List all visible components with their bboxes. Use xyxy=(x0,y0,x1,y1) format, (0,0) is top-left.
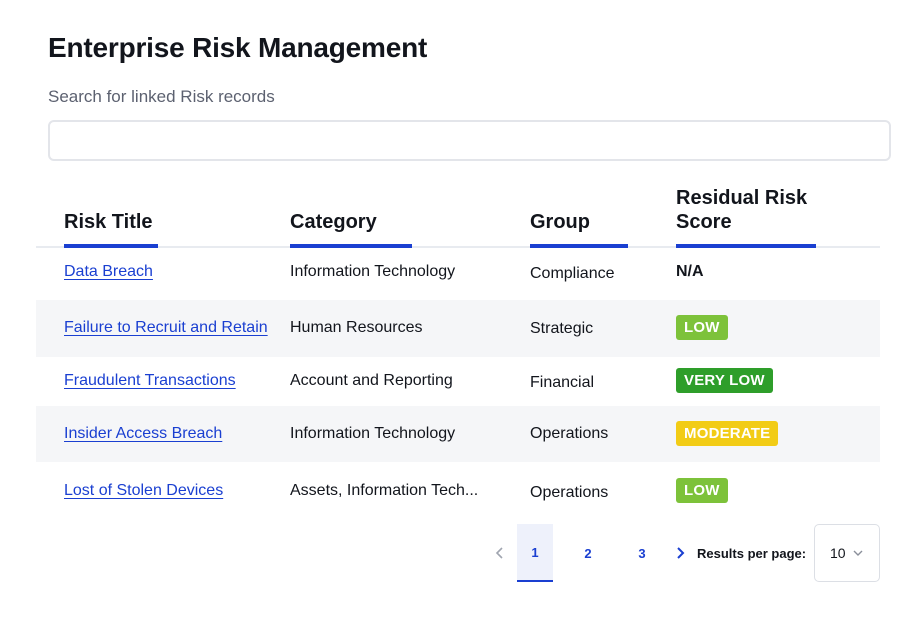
risk-title-link[interactable]: Insider Access Breach xyxy=(64,425,222,443)
results-per-page-select[interactable]: 10 xyxy=(814,524,880,582)
table-row: Data Breach Information Technology Compl… xyxy=(36,248,880,300)
page-button-2[interactable]: 2 xyxy=(570,524,606,582)
column-header-category[interactable]: Category xyxy=(290,210,412,248)
page-button-1[interactable]: 1 xyxy=(517,524,553,582)
score-badge: VERY LOW xyxy=(676,368,773,393)
group-cell: Operations xyxy=(530,484,609,501)
search-input[interactable] xyxy=(48,120,891,161)
chevron-left-icon[interactable] xyxy=(490,524,510,582)
page-title: Enterprise Risk Management xyxy=(48,32,428,63)
category-cell: Account and Reporting xyxy=(290,372,453,389)
results-per-page-value: 10 xyxy=(830,545,846,561)
group-cell: Operations xyxy=(530,425,609,442)
score-badge: MODERATE xyxy=(676,421,779,446)
group-cell: Financial xyxy=(530,374,595,391)
category-cell: Information Technology xyxy=(290,263,456,280)
score-badge: LOW xyxy=(676,315,728,340)
column-header-risk-title[interactable]: Risk Title xyxy=(64,210,158,248)
results-per-page-label: Results per page: xyxy=(697,545,807,561)
column-header-residual-risk-score[interactable]: Residual Risk Score xyxy=(676,186,836,248)
chevron-right-icon[interactable] xyxy=(670,524,690,582)
risk-title-link[interactable]: Failure to Recruit and Retain xyxy=(64,319,268,337)
category-cell: Assets, Information Tech... xyxy=(290,482,479,499)
risk-table: Risk Title Category Group Residual Risk … xyxy=(36,180,880,520)
page-button-3[interactable]: 3 xyxy=(624,524,660,582)
category-cell: Human Resources xyxy=(290,319,423,336)
table-row: Lost of Stolen Devices Assets, Informati… xyxy=(36,462,880,520)
table-row: Fraudulent Transactions Account and Repo… xyxy=(36,357,880,406)
chevron-down-icon xyxy=(853,550,863,556)
search-label: Search for linked Risk records xyxy=(48,87,275,106)
column-header-group[interactable]: Group xyxy=(530,210,628,248)
group-cell: Compliance xyxy=(530,265,615,282)
risk-title-link[interactable]: Lost of Stolen Devices xyxy=(64,482,223,500)
score-cell: N/A xyxy=(676,263,704,280)
group-cell: Strategic xyxy=(530,320,594,337)
table-header: Risk Title Category Group Residual Risk … xyxy=(36,180,880,248)
table-row: Insider Access Breach Information Techno… xyxy=(36,406,880,462)
risk-title-link[interactable]: Data Breach xyxy=(64,263,153,281)
risk-title-link[interactable]: Fraudulent Transactions xyxy=(64,372,236,390)
table-row: Failure to Recruit and Retain Human Reso… xyxy=(36,300,880,357)
score-badge: LOW xyxy=(676,478,728,503)
category-cell: Information Technology xyxy=(290,425,456,442)
pagination: 1 2 3 Results per page: 10 xyxy=(490,524,890,582)
